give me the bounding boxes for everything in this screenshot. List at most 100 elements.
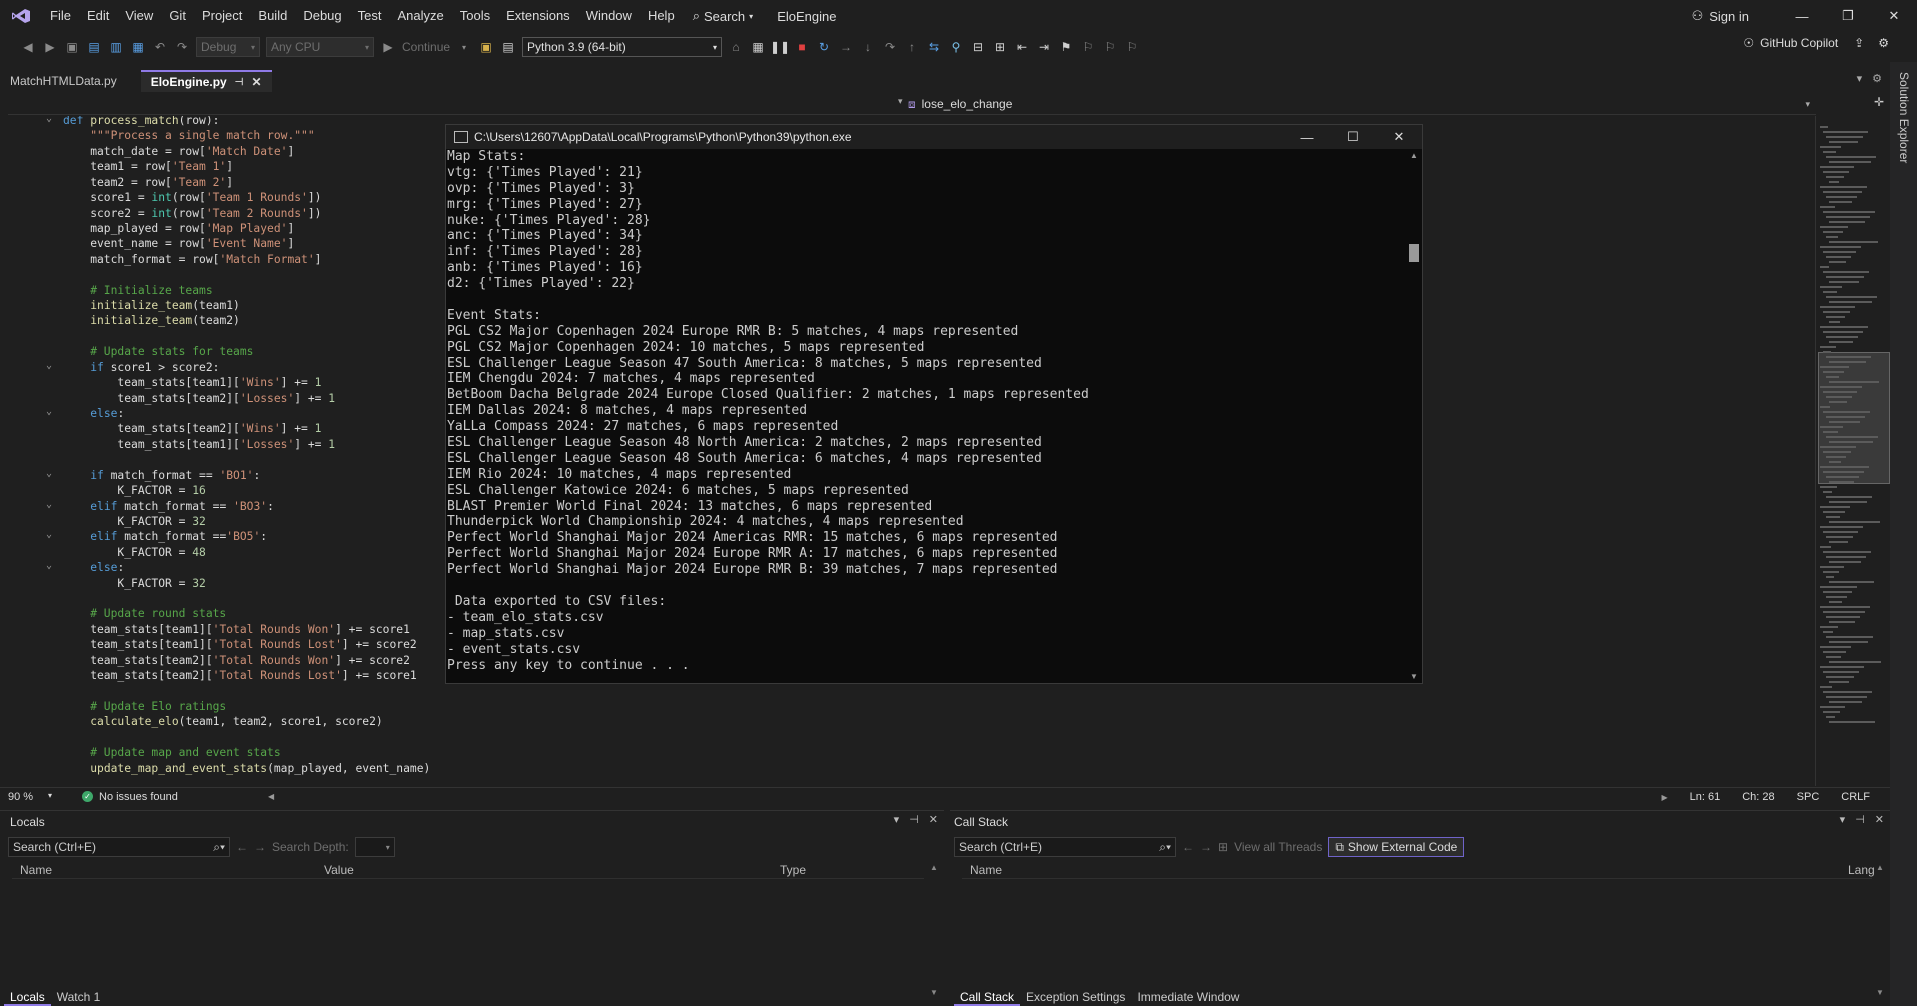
play-icon[interactable]: ▶ (380, 39, 396, 55)
pin-icon[interactable]: ⊣ (1855, 813, 1865, 826)
step-out-icon[interactable]: ↑ (904, 39, 920, 55)
forward-icon[interactable]: ▶ (42, 39, 58, 55)
outdent-icon[interactable]: ⇥ (1036, 39, 1052, 55)
settings-icon[interactable]: ⚙ (1878, 36, 1889, 50)
code-line[interactable]: event_name = row['Event Name'] (63, 236, 294, 251)
tab-matchhtmldata[interactable]: MatchHTMLData.py (0, 70, 127, 92)
code-line[interactable]: update_map_and_event_stats(map_played, e… (63, 761, 430, 776)
clear-bookmarks-icon[interactable]: ⚐ (1124, 39, 1140, 55)
search-menu[interactable]: ⌕ Search ▾ (683, 8, 764, 24)
menu-window[interactable]: Window (578, 0, 640, 32)
code-line[interactable]: calculate_elo(team1, team2, score1, scor… (63, 714, 382, 729)
windows-layout-icon[interactable]: ▦ (750, 39, 766, 55)
chevron-down-icon[interactable]: ▼ (930, 988, 938, 997)
env-settings-icon[interactable]: ⌂ (728, 39, 744, 55)
code-line[interactable]: def process_match(row): (63, 116, 219, 128)
tab-list-icon[interactable]: ▾ (1857, 72, 1863, 85)
open-file-icon[interactable]: ▤ (86, 39, 102, 55)
continue-button[interactable]: Continue (402, 40, 450, 54)
column-lang[interactable]: Lang (1848, 863, 1875, 877)
redo-icon[interactable]: ↷ (174, 39, 190, 55)
code-line[interactable]: team_stats[team1]['Wins'] += 1 (63, 375, 321, 390)
menu-extensions[interactable]: Extensions (498, 0, 578, 32)
menu-project[interactable]: Project (194, 0, 250, 32)
code-line[interactable]: else: (63, 560, 124, 575)
code-line[interactable]: team2 = row['Team 2'] (63, 175, 233, 190)
issues-indicator[interactable]: ✓ No issues found (58, 791, 178, 803)
whitespace-indicator[interactable]: SPC (1797, 791, 1820, 803)
call-stack-grid[interactable] (958, 879, 1870, 979)
solution-explorer-tab[interactable]: Solution Explorer (1897, 72, 1911, 163)
platform-select[interactable]: Any CPU ▾ (266, 37, 374, 57)
console-close-button[interactable]: ✕ (1376, 125, 1422, 149)
chevron-down-icon[interactable]: ▼ (1410, 672, 1418, 681)
code-line[interactable]: K_FACTOR = 32 (63, 576, 205, 591)
column-value[interactable]: Value (324, 863, 354, 877)
bookmark-icon[interactable]: ⚑ (1058, 39, 1074, 55)
step-over-icon[interactable]: ↷ (882, 39, 898, 55)
code-line[interactable]: # Initialize teams (63, 283, 212, 298)
scroll-right-icon[interactable]: ▶ (1661, 793, 1667, 802)
menu-test[interactable]: Test (350, 0, 390, 32)
close-icon[interactable]: ✕ (251, 75, 261, 89)
fold-toggle-icon[interactable]: ⌄ (46, 406, 58, 417)
line-indicator[interactable]: Ln: 61 (1690, 791, 1721, 803)
code-line[interactable]: team_stats[team1]['Total Rounds Won'] +=… (63, 622, 410, 637)
breakpoints-icon[interactable]: ⊟ (970, 39, 986, 55)
hot-reload-icon[interactable]: ⇆ (926, 39, 942, 55)
save-all-icon[interactable]: ▦ (130, 39, 146, 55)
fold-toggle-icon[interactable]: ⌄ (46, 116, 58, 124)
code-line[interactable]: map_played = row['Map Played'] (63, 221, 294, 236)
locals-search-input[interactable]: Search (Ctrl+E) ⌕▾ (8, 837, 230, 857)
line-ending-indicator[interactable]: CRLF (1841, 791, 1870, 803)
github-copilot-button[interactable]: ☉ GitHub Copilot ⇪ ⚙ (1743, 36, 1889, 50)
tab-call-stack[interactable]: Call Stack (954, 988, 1021, 1006)
column-name[interactable]: Name (970, 863, 1002, 877)
back-icon[interactable]: ← (1182, 840, 1194, 854)
fold-toggle-icon[interactable]: ⌄ (46, 529, 58, 540)
chevron-up-icon[interactable]: ▲ (1410, 151, 1418, 160)
scroll-left-icon[interactable]: ◀ (268, 792, 274, 801)
layout-icon[interactable]: ▤ (500, 39, 516, 55)
code-line[interactable]: team_stats[team2]['Total Rounds Lost'] +… (63, 668, 417, 683)
menu-view[interactable]: View (117, 0, 161, 32)
forward-icon[interactable]: → (254, 840, 266, 854)
code-line[interactable]: team_stats[team2]['Losses'] += 1 (63, 391, 335, 406)
tab-watch-1[interactable]: Watch 1 (51, 988, 107, 1006)
chevron-down-icon[interactable]: ▾ (898, 96, 903, 107)
locals-grid[interactable] (8, 879, 924, 979)
code-line[interactable]: score1 = int(row['Team 1 Rounds']) (63, 190, 321, 205)
show-external-code-button[interactable]: ⧉ Show External Code (1328, 837, 1465, 857)
split-icon[interactable]: ✛ (1874, 95, 1884, 109)
pin-icon[interactable]: ⊣ (235, 77, 244, 88)
call-stack-scrollbar[interactable]: ▲ ▼ (1874, 863, 1888, 997)
column-indicator[interactable]: Ch: 28 (1742, 791, 1774, 803)
console-scrollbar[interactable]: ▲ ▼ (1406, 149, 1422, 683)
close-icon[interactable]: ✕ (1875, 813, 1884, 826)
code-line[interactable]: elif match_format =='BO5': (63, 529, 267, 544)
code-line[interactable]: match_date = row['Match Date'] (63, 144, 294, 159)
solution-config-select[interactable]: Debug ▾ (196, 37, 260, 57)
code-line[interactable]: # Update map and event stats (63, 745, 280, 760)
locals-scrollbar[interactable]: ▲ ▼ (928, 863, 942, 997)
search-depth-select[interactable]: ▾ (354, 837, 395, 857)
menu-tools[interactable]: Tools (452, 0, 498, 32)
code-line[interactable]: team_stats[team1]['Losses'] += 1 (63, 437, 335, 452)
code-line[interactable]: match_format = row['Match Format'] (63, 252, 321, 267)
member-dropdown[interactable]: ⧈ lose_elo_change ▾ (908, 93, 1818, 115)
pin-icon[interactable]: ⊣ (909, 813, 919, 826)
view-all-threads-button[interactable]: View all Threads (1234, 840, 1322, 854)
tab-exception-settings[interactable]: Exception Settings (1020, 988, 1131, 1006)
menu-git[interactable]: Git (161, 0, 194, 32)
tab-locals[interactable]: Locals (4, 988, 51, 1006)
column-name[interactable]: Name (20, 863, 52, 877)
zoom-select[interactable]: 90 % ▾ (0, 791, 58, 803)
tab-eloengine[interactable]: EloEngine.py ⊣ ✕ (140, 70, 272, 92)
undo-icon[interactable]: ↶ (152, 39, 168, 55)
visual-studio-logo-icon[interactable] (0, 0, 42, 32)
browse-icon[interactable]: ▣ (478, 39, 494, 55)
chevron-down-icon[interactable]: ▾ (456, 39, 472, 55)
forward-icon[interactable]: → (1200, 840, 1212, 854)
menu-debug[interactable]: Debug (295, 0, 349, 32)
fold-toggle-icon[interactable]: ⌄ (46, 560, 58, 571)
